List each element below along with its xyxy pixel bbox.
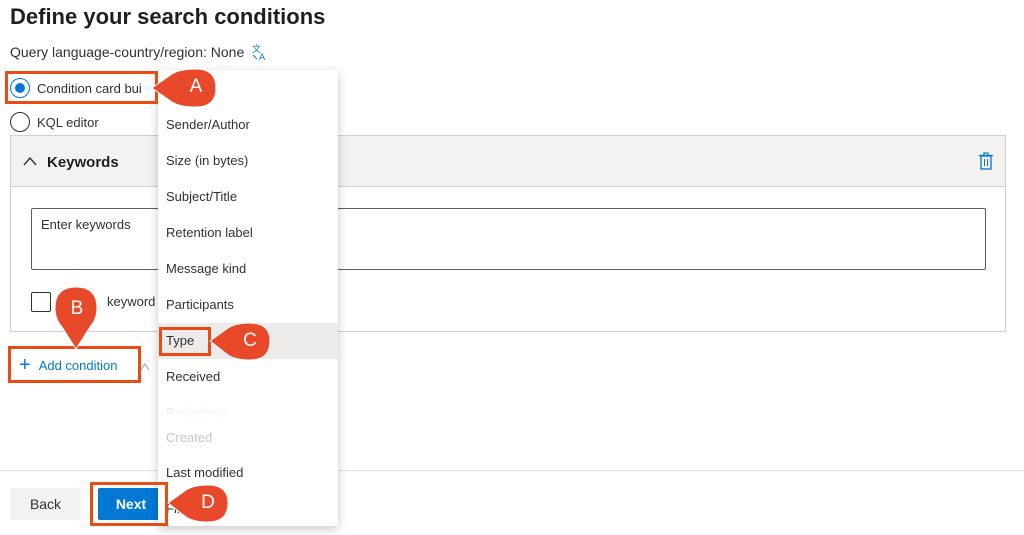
radio-kql-editor[interactable]: KQL editor — [10, 112, 99, 132]
chevron-up-icon[interactable] — [23, 156, 37, 166]
query-language-label: Query language-country/region: None — [10, 44, 245, 60]
radio-label-kql-editor: KQL editor — [37, 114, 99, 130]
menu-item-file[interactable]: File — [158, 491, 338, 526]
translate-icon[interactable]: 文 A — [251, 43, 269, 61]
add-condition-label: Add condition — [38, 357, 118, 373]
query-language-row: Query language-country/region: None 文 A — [10, 43, 269, 61]
menu-item-sender-author[interactable]: Sender/Author — [158, 107, 338, 143]
radio-unselected-indicator[interactable] — [10, 112, 30, 132]
menu-item-last-modified[interactable]: Last modified — [158, 455, 338, 491]
svg-text:A: A — [259, 53, 266, 61]
plus-icon: + — [19, 354, 31, 376]
menu-item-subject-title[interactable]: Subject/Title — [158, 179, 338, 215]
footer-divider — [0, 470, 1024, 471]
radio-label-condition-card-builder: Condition card bui — [37, 80, 142, 96]
menu-item-retention-label[interactable]: Retention label — [158, 215, 338, 251]
menu-item-size[interactable]: Size (in bytes) — [158, 143, 338, 179]
chevron-down-icon — [140, 363, 150, 371]
add-condition-button[interactable]: + Add condition — [13, 350, 123, 380]
next-button[interactable]: Next — [98, 488, 164, 520]
menu-item-type[interactable]: Type — [158, 323, 338, 359]
back-button[interactable]: Back — [10, 488, 81, 520]
condition-menu: Sender/Author Size (in bytes) Subject/Ti… — [158, 70, 338, 526]
menu-item-created[interactable]: Created — [158, 420, 338, 456]
trash-icon[interactable] — [978, 152, 994, 170]
keyword-list-checkbox[interactable] — [31, 292, 51, 312]
menu-item-participants[interactable]: Participants — [158, 287, 338, 323]
radio-selected-indicator[interactable] — [10, 78, 30, 98]
radio-condition-card-builder[interactable]: Condition card bui — [10, 78, 142, 98]
page-title: Define your search conditions — [10, 4, 326, 29]
menu-item-message-kind[interactable]: Message kind — [158, 251, 338, 287]
keywords-card-title: Keywords — [47, 154, 119, 171]
keyword-list-label: keyword li — [107, 294, 165, 309]
menu-item-received[interactable]: Received — [158, 359, 338, 395]
